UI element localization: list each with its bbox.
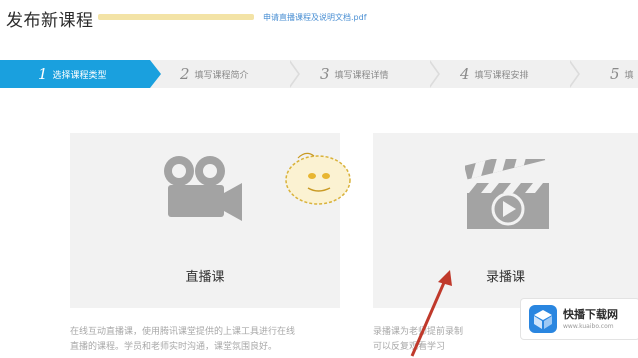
step-label: 填写课程安排 bbox=[474, 71, 529, 81]
step-number: 2 bbox=[180, 65, 190, 83]
cartoon-sticker-icon bbox=[285, 152, 351, 205]
step-label: 填写课程简介 bbox=[194, 71, 249, 81]
step-active-arrow bbox=[150, 60, 161, 88]
step-label: 选择课程类型 bbox=[52, 71, 107, 81]
step-number: 3 bbox=[320, 65, 330, 83]
step-number: 4 bbox=[460, 65, 470, 83]
live-course-description: 在线互动直播课，使用腾讯课堂提供的上课工具进行在线 直播的课程。学员和老师实时沟… bbox=[70, 325, 340, 355]
video-camera-icon bbox=[164, 156, 242, 221]
notice-text bbox=[98, 12, 254, 21]
step-4[interactable]: 4 填写课程安排 bbox=[460, 60, 529, 88]
annotation-arrow-icon bbox=[410, 270, 452, 357]
site-url: www.kuaibo.com bbox=[563, 323, 614, 330]
site-watermark: 快播下载网 www.kuaibo.com bbox=[520, 298, 638, 340]
step-label: 填写课程详情 bbox=[334, 71, 389, 81]
page-title: 发布新课程 bbox=[6, 11, 94, 31]
step-label: 填 bbox=[624, 71, 634, 81]
doc-download-link[interactable]: 申请直播课程及说明文档.pdf bbox=[263, 12, 367, 23]
site-logo-icon bbox=[529, 305, 557, 333]
step-number: 1 bbox=[38, 65, 48, 83]
site-name: 快播下载网 bbox=[563, 308, 618, 321]
step-separator bbox=[428, 60, 438, 88]
step-separator bbox=[568, 60, 578, 88]
step-2[interactable]: 2 填写课程简介 bbox=[180, 60, 249, 88]
description-line: 在线互动直播课，使用腾讯课堂提供的上课工具进行在线 bbox=[70, 327, 296, 337]
clapperboard-play-icon bbox=[465, 159, 549, 229]
header: 发布新课程 申请直播课程及说明文档.pdf bbox=[0, 0, 638, 40]
step-5[interactable]: 5填 bbox=[610, 60, 634, 88]
description-line: 直播的课程。学员和老师实时沟通，课堂氛围良好。 bbox=[70, 342, 278, 352]
step-number: 5 bbox=[610, 65, 620, 83]
step-separator bbox=[288, 60, 298, 88]
step-1[interactable]: 1 选择课程类型 bbox=[38, 60, 107, 88]
step-3[interactable]: 3 填写课程详情 bbox=[320, 60, 389, 88]
live-course-label: 直播课 bbox=[185, 270, 225, 285]
